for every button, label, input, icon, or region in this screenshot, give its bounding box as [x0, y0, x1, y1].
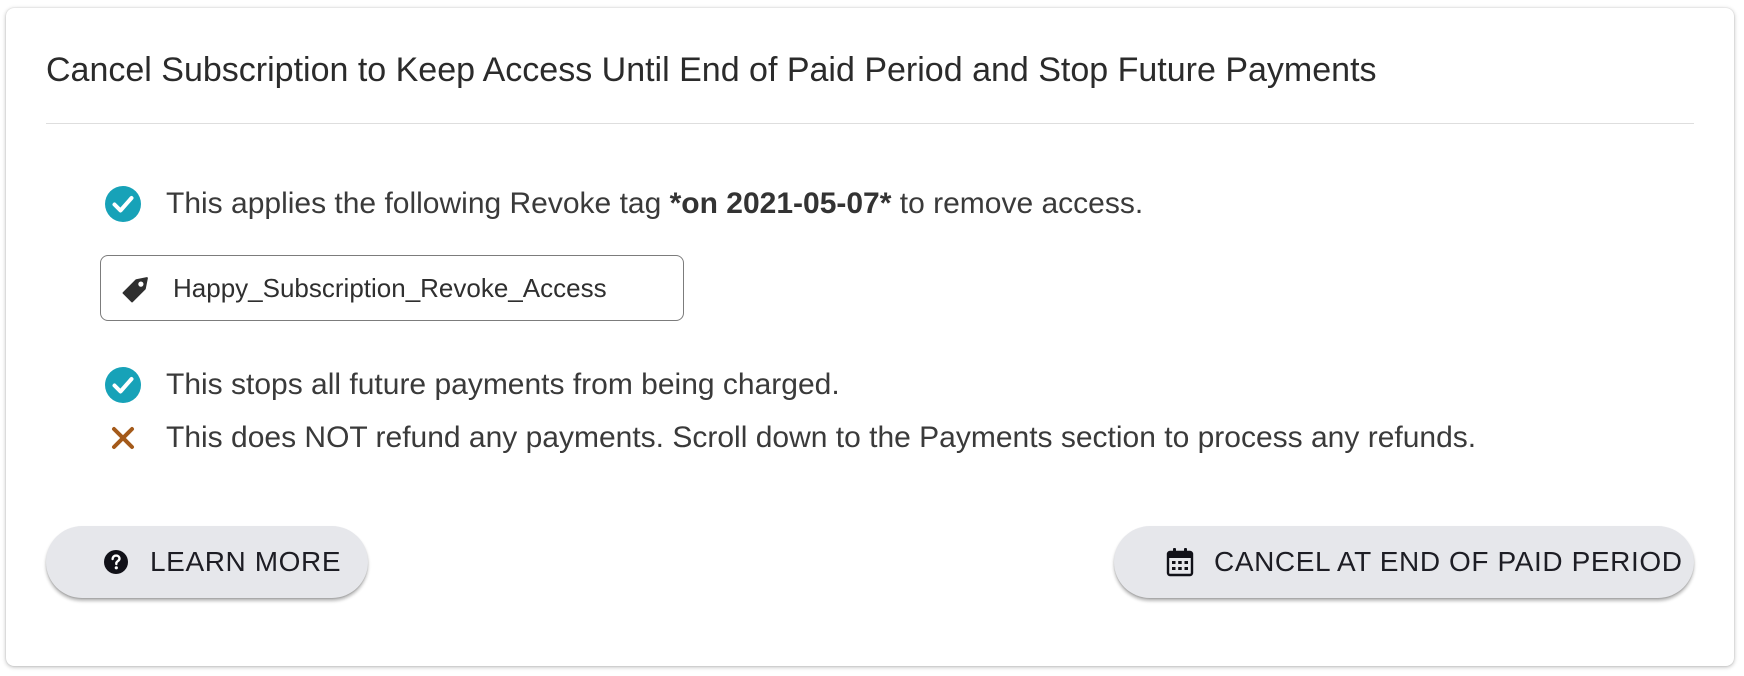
stops-payments-row: This stops all future payments from bein…: [104, 366, 840, 404]
tag-icon: [119, 270, 155, 306]
stops-payments-text: This stops all future payments from bein…: [166, 368, 840, 401]
revoke-tag-chip: Happy_Subscription_Revoke_Access: [100, 255, 684, 321]
cancel-end-of-period-button[interactable]: CANCEL AT END OF PAID PERIOD: [1114, 526, 1694, 598]
revoke-info-suffix: to remove access.: [891, 187, 1144, 220]
cancel-subscription-card: Cancel Subscription to Keep Access Until…: [6, 8, 1734, 666]
x-mark-icon: [104, 419, 142, 457]
check-circle-icon: [104, 366, 142, 404]
check-circle-icon: [104, 185, 142, 223]
cancel-end-of-period-label: CANCEL AT END OF PAID PERIOD: [1214, 546, 1683, 577]
divider: [46, 123, 1694, 124]
no-refund-text: This does NOT refund any payments. Scrol…: [166, 421, 1477, 454]
revoke-info-prefix: This applies the following Revoke tag: [166, 187, 670, 220]
question-circle-icon: [102, 547, 130, 577]
revoke-info-row: This applies the following Revoke tag *o…: [104, 185, 1143, 223]
no-refund-row: This does NOT refund any payments. Scrol…: [104, 419, 1476, 457]
card-title: Cancel Subscription to Keep Access Until…: [46, 51, 1377, 89]
calendar-icon: [1166, 547, 1194, 577]
revoke-tag-label: Happy_Subscription_Revoke_Access: [173, 272, 607, 303]
revoke-date: *on 2021-05-07*: [669, 187, 892, 220]
learn-more-label: LEARN MORE: [150, 546, 342, 577]
learn-more-button[interactable]: LEARN MORE: [46, 526, 368, 598]
